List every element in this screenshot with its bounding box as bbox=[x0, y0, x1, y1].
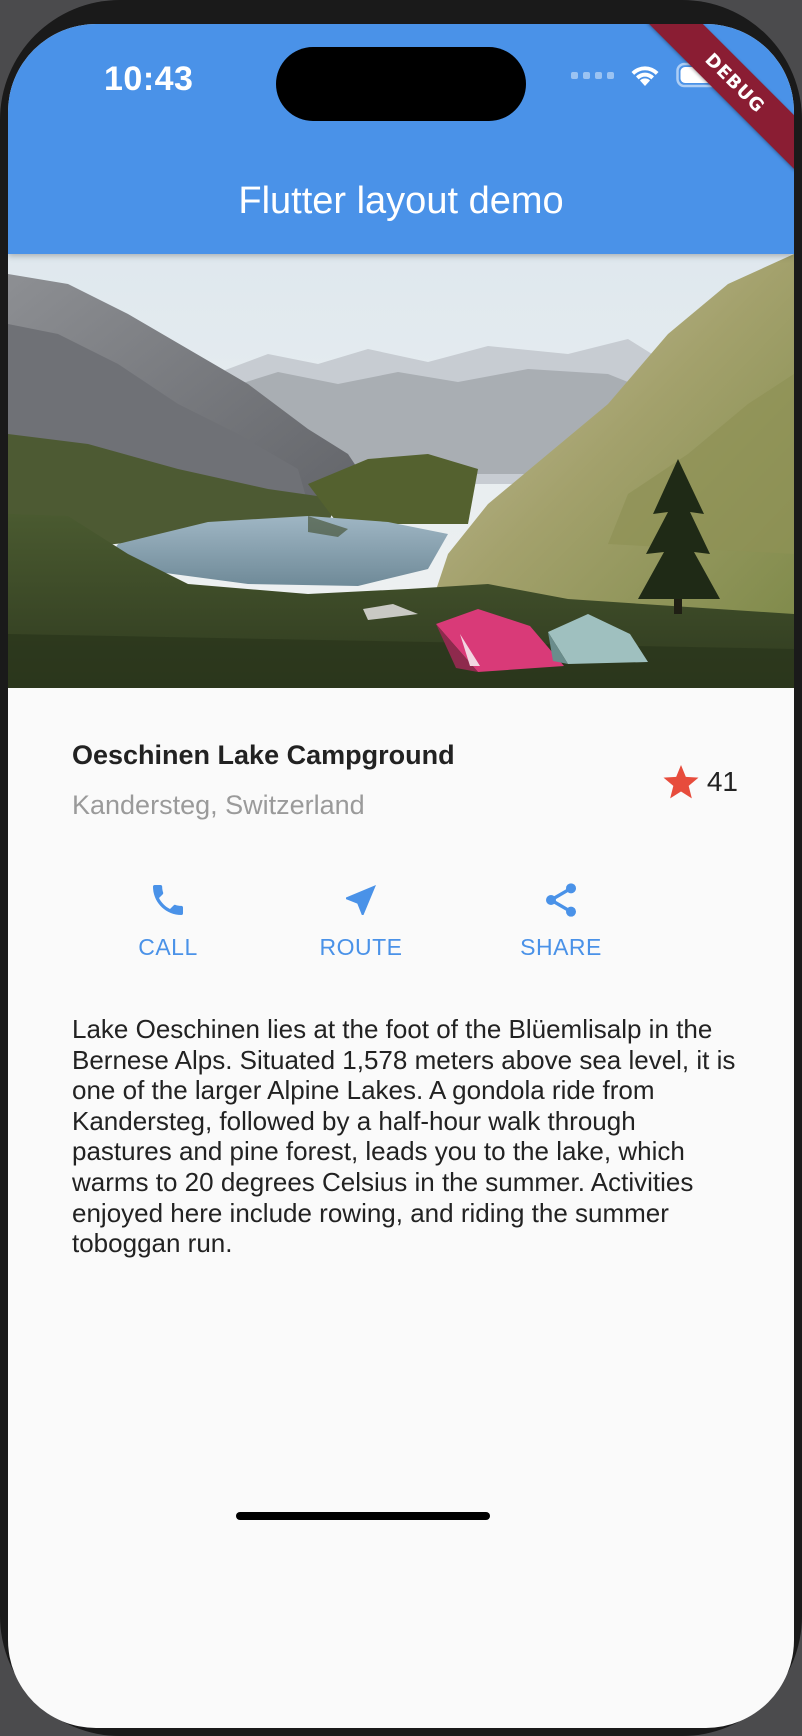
route-label: ROUTE bbox=[319, 934, 403, 960]
app-title: Flutter layout demo bbox=[238, 180, 564, 222]
rating[interactable]: 41 bbox=[661, 762, 738, 802]
app-bar: 10:43 Flutter layout demo bbox=[8, 24, 794, 254]
share-button[interactable]: SHARE bbox=[481, 876, 641, 976]
star-icon[interactable] bbox=[661, 762, 701, 802]
title-section: Oeschinen Lake Campground Kandersteg, Sw… bbox=[72, 740, 738, 860]
place-name: Oeschinen Lake Campground bbox=[72, 740, 455, 770]
route-button[interactable]: ROUTE bbox=[281, 876, 441, 976]
status-time: 10:43 bbox=[104, 60, 194, 98]
wifi-icon bbox=[631, 66, 659, 86]
rating-count: 41 bbox=[706, 766, 738, 797]
share-label: SHARE bbox=[520, 934, 602, 960]
home-indicator[interactable] bbox=[236, 1512, 490, 1520]
phone-screen: 10:43 Flutter layout demo DEBUG Oeschine… bbox=[8, 24, 794, 1728]
place-location: Kandersteg, Switzerland bbox=[72, 790, 365, 820]
device: 10:43 Flutter layout demo DEBUG Oeschine… bbox=[0, 0, 802, 1736]
dynamic-island bbox=[276, 47, 526, 121]
share-icon bbox=[541, 876, 581, 924]
cellular-signal-icon bbox=[571, 71, 614, 79]
action-buttons: CALL ROUTE SHARE bbox=[8, 876, 794, 976]
phone-icon bbox=[148, 876, 188, 924]
call-button[interactable]: CALL bbox=[88, 876, 248, 976]
lake-mountain-camp-photo bbox=[8, 254, 794, 688]
call-label: CALL bbox=[138, 934, 198, 960]
navigation-arrow-icon bbox=[341, 876, 381, 924]
place-description: Lake Oeschinen lies at the foot of the B… bbox=[72, 1014, 736, 1259]
hero-image bbox=[8, 254, 794, 688]
